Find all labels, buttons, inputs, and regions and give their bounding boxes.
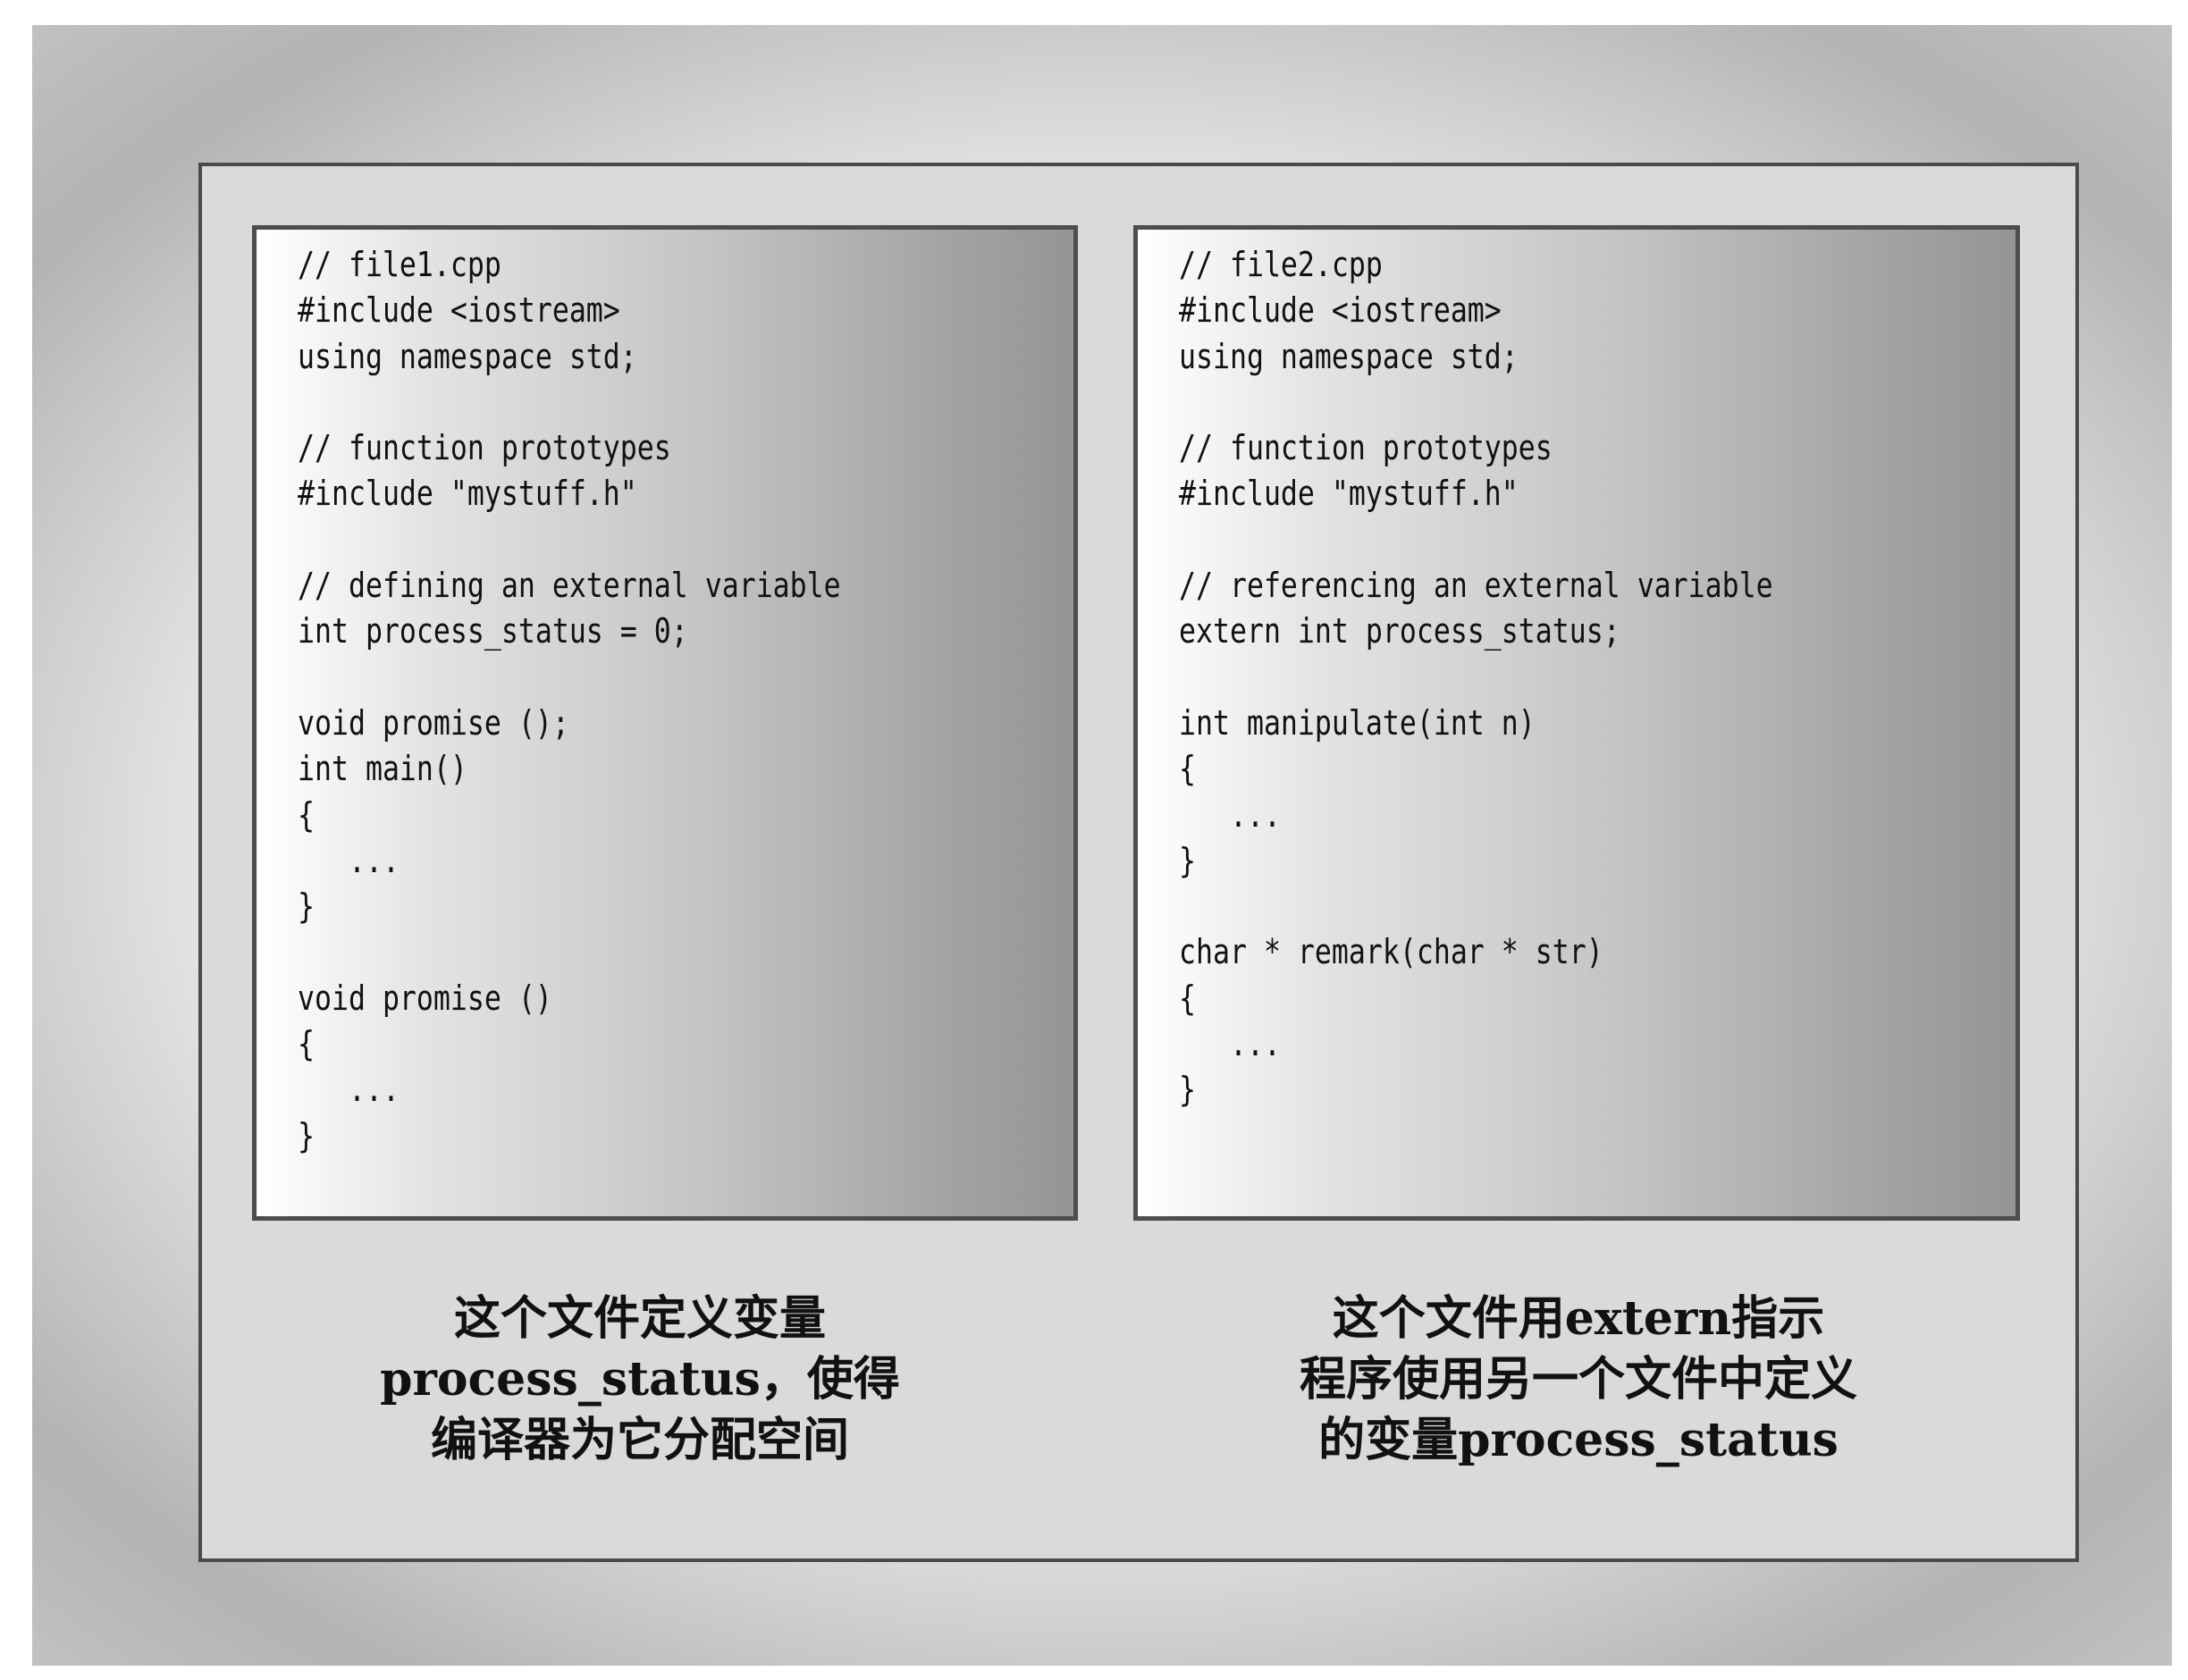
diagram-panel: // file1.cpp #include <iostream> using n… [198,163,2079,1562]
file2-code-box: // file2.cpp #include <iostream> using n… [1133,225,2020,1221]
file2-caption: 这个文件用extern指示 程序使用另一个文件中定义 的变量process_st… [1299,1291,1857,1467]
file1-caption: 这个文件定义变量 process_status，使得 编译器为它分配空间 [380,1291,900,1467]
file2-code: // file2.cpp #include <iostream> using n… [1179,245,1773,1110]
outer-frame: // file1.cpp #include <iostream> using n… [32,25,2172,1666]
file1-code: // file1.cpp #include <iostream> using n… [298,245,841,1155]
file1-code-box: // file1.cpp #include <iostream> using n… [252,225,1078,1221]
